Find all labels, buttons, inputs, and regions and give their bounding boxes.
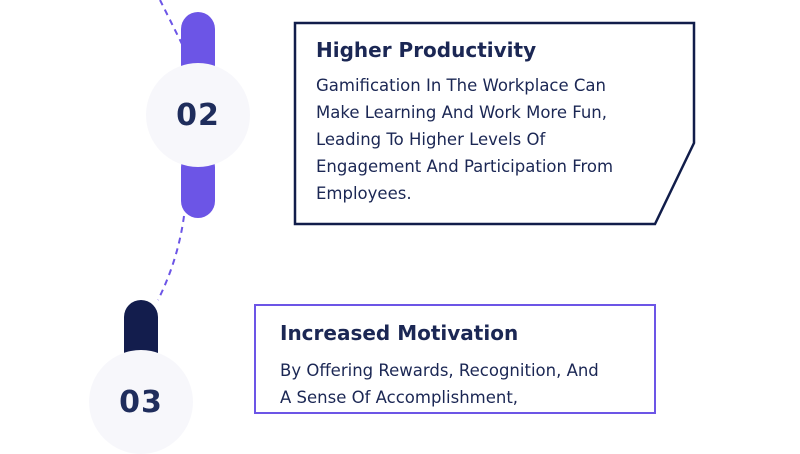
step-03-title: Increased Motivation <box>280 321 519 345</box>
step-02-line: Employees. <box>316 184 412 203</box>
step-02-description: Gamification In The Workplace Can Make L… <box>316 72 613 207</box>
step-02-number: 02 <box>176 97 220 133</box>
step-03-line: A Sense Of Accomplishment, <box>280 388 519 407</box>
step-02-line: Engagement And Participation From <box>316 157 614 176</box>
step-03-number-badge: 03 <box>89 350 193 454</box>
step-03-line: By Offering Rewards, Recognition, And <box>280 361 599 380</box>
step-02-number-badge: 02 <box>146 63 250 167</box>
step-02-line: Leading To Higher Levels Of <box>316 130 546 149</box>
connector-top <box>159 0 183 45</box>
step-02-line: Make Learning And Work More Fun, <box>316 103 607 122</box>
step-02-line: Gamification In The Workplace Can <box>316 76 606 95</box>
step-03-description: By Offering Rewards, Recognition, And A … <box>280 357 599 411</box>
connector-middle <box>157 215 185 301</box>
step-02-title: Higher Productivity <box>316 38 537 62</box>
step-03-number: 03 <box>119 384 163 420</box>
